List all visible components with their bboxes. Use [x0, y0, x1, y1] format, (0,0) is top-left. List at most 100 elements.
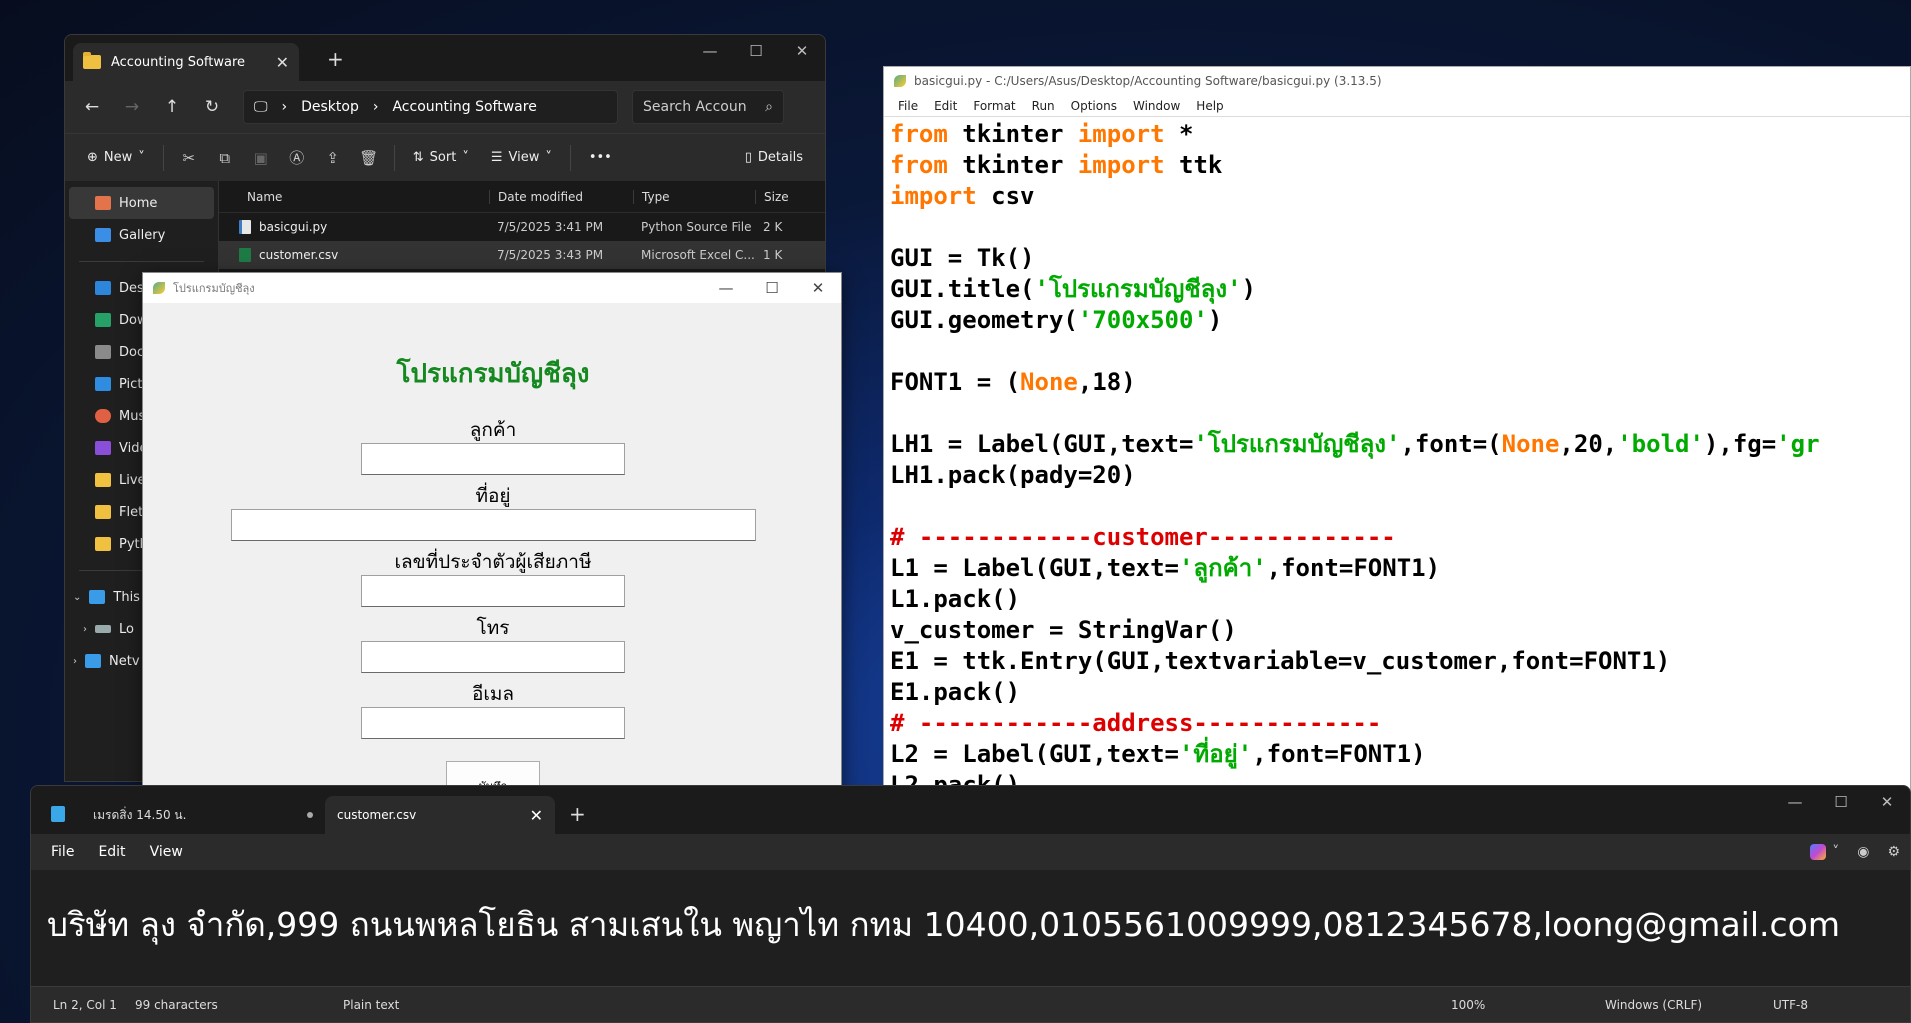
- menu-file[interactable]: File: [890, 99, 926, 113]
- breadcrumb-accounting[interactable]: Accounting Software: [392, 99, 536, 115]
- sort-button[interactable]: ⇅ Sort ˅: [405, 142, 477, 174]
- file-row[interactable]: basicgui.py 7/5/2025 3:41 PM Python Sour…: [219, 213, 825, 241]
- refresh-button[interactable]: ↻: [195, 97, 229, 117]
- menu-edit[interactable]: Edit: [86, 844, 137, 860]
- code-line: GUI = Tk(): [890, 244, 1035, 272]
- notepad-text-area[interactable]: บริษัท ลุง จำกัด,999 ถนนพหลโยธิน สามเสนใ…: [31, 870, 1910, 986]
- file-row[interactable]: customer.csv 7/5/2025 3:43 PM Microsoft …: [219, 241, 825, 269]
- downloads-icon: [95, 313, 111, 327]
- folder-icon: [95, 505, 111, 519]
- back-button[interactable]: ←: [75, 97, 109, 117]
- cut-icon[interactable]: ✂: [174, 149, 204, 167]
- explorer-tab-title: Accounting Software: [111, 54, 246, 70]
- taxid-input[interactable]: [361, 575, 625, 607]
- forward-button[interactable]: →: [115, 97, 149, 117]
- tk-window-title: โปรแกรมบัญชีลุง: [173, 282, 255, 295]
- documents-icon: [95, 345, 111, 359]
- code-line: E1 = ttk.Entry(GUI,textvariable=v_custom…: [890, 647, 1671, 675]
- cursor-position: Ln 2, Col 1: [53, 997, 117, 1012]
- copilot-icon: [1810, 844, 1827, 860]
- code-line: GUI.geometry('700x500'): [890, 306, 1223, 334]
- line-ending[interactable]: Windows (CRLF): [1605, 998, 1702, 1012]
- maximize-button[interactable]: ☐: [749, 273, 795, 303]
- sidebar-item-gallery[interactable]: Gallery: [65, 219, 218, 251]
- copilot-button[interactable]: ˅: [1810, 844, 1839, 860]
- column-size[interactable]: Size: [755, 189, 825, 204]
- copy-icon[interactable]: ⧉: [210, 149, 240, 167]
- chevron-down-icon: ⌄: [73, 591, 82, 603]
- zoom-level[interactable]: 100%: [1451, 998, 1485, 1012]
- code-line: LH1.pack(pady=20): [890, 461, 1136, 489]
- folder-icon: [95, 537, 111, 551]
- rename-icon[interactable]: Ⓐ: [282, 147, 312, 168]
- minimize-button[interactable]: —: [687, 35, 733, 67]
- column-date-modified[interactable]: Date modified: [489, 189, 633, 204]
- new-tab-button[interactable]: +: [569, 802, 586, 826]
- code-editor[interactable]: from tkinter import * from tkinter import…: [884, 117, 1910, 801]
- menu-run[interactable]: Run: [1024, 99, 1063, 113]
- desktop-icon: [95, 281, 111, 295]
- command-bar: ⊕ New ˅ ✂ ⧉ ▣ Ⓐ ⇪ 🗑 ⇅ Sort ˅ ☰ View ˅ ••• ▯ Det…: [65, 133, 825, 181]
- email-input[interactable]: [361, 707, 625, 739]
- phone-label: โทร: [476, 617, 510, 639]
- breadcrumb-desktop[interactable]: Desktop: [301, 99, 359, 115]
- menu-help[interactable]: Help: [1188, 99, 1231, 113]
- close-tab-icon[interactable]: ✕: [276, 53, 289, 72]
- gear-icon[interactable]: ⚙: [1887, 844, 1900, 860]
- menu-view[interactable]: View: [138, 844, 195, 860]
- plus-circle-icon: ⊕: [87, 150, 98, 165]
- close-button[interactable]: ✕: [795, 273, 841, 303]
- breadcrumb[interactable]: 🖵 › Desktop › Accounting Software: [243, 90, 618, 124]
- maximize-button[interactable]: ☐: [733, 35, 779, 67]
- menu-window[interactable]: Window: [1125, 99, 1188, 113]
- details-button[interactable]: ▯ Details: [737, 142, 811, 174]
- close-button[interactable]: ✕: [779, 35, 825, 67]
- notepad-tab-bar: เมรดสิ่ง 14.50 น. customer.csv ✕ + — ☐ ✕: [31, 786, 1910, 834]
- notepad-tab-1[interactable]: เมรดสิ่ง 14.50 น.: [81, 796, 325, 834]
- explorer-tab[interactable]: Accounting Software ✕: [73, 43, 299, 81]
- phone-input[interactable]: [361, 641, 625, 673]
- videos-icon: [95, 441, 111, 455]
- close-tab-icon[interactable]: ✕: [530, 806, 543, 825]
- menu-options[interactable]: Options: [1063, 99, 1125, 113]
- account-icon[interactable]: ◉: [1857, 844, 1869, 860]
- maximize-button[interactable]: ☐: [1818, 786, 1864, 818]
- share-icon[interactable]: ⇪: [318, 149, 348, 167]
- close-button[interactable]: ✕: [1864, 786, 1910, 818]
- menu-format[interactable]: Format: [965, 99, 1023, 113]
- code-line: from tkinter import *: [890, 120, 1194, 148]
- address-input[interactable]: [231, 509, 756, 541]
- chevron-right-icon: ›: [83, 623, 87, 635]
- code-line: from tkinter import ttk: [890, 151, 1223, 179]
- view-button[interactable]: ☰ View ˅: [483, 142, 560, 174]
- paste-icon[interactable]: ▣: [246, 149, 276, 167]
- code-line: L2 = Label(GUI,text='ที่อยู่',font=FONT1…: [890, 740, 1426, 768]
- column-name[interactable]: Name: [219, 190, 489, 204]
- notepad-tab-2[interactable]: customer.csv ✕: [325, 796, 555, 834]
- explorer-tab-bar: Accounting Software ✕ + — ☐ ✕: [65, 35, 825, 81]
- minimize-button[interactable]: —: [1772, 786, 1818, 818]
- new-tab-button[interactable]: +: [327, 47, 344, 71]
- network-icon: [85, 654, 101, 668]
- customer-input[interactable]: [361, 443, 625, 475]
- menu-file[interactable]: File: [39, 844, 86, 860]
- column-type[interactable]: Type: [633, 189, 755, 204]
- tk-app-window: โปรแกรมบัญชีลุง — ☐ ✕ โปรแกรมบัญชีลุง ลู…: [142, 272, 842, 800]
- minimize-button[interactable]: —: [703, 273, 749, 303]
- new-button[interactable]: ⊕ New ˅: [79, 142, 153, 174]
- encoding[interactable]: UTF-8: [1773, 998, 1808, 1012]
- code-line: L1.pack(): [890, 585, 1021, 613]
- more-button[interactable]: •••: [581, 142, 620, 174]
- sidebar-item-home[interactable]: Home: [69, 187, 214, 219]
- drive-icon: [95, 625, 111, 633]
- delete-icon[interactable]: 🗑: [354, 149, 384, 167]
- idle-feather-icon: [894, 75, 906, 87]
- up-button[interactable]: ↑: [155, 97, 189, 117]
- search-placeholder: Search Accoun: [643, 99, 747, 115]
- code-line: L1 = Label(GUI,text='ลูกค้า',font=FONT1): [890, 554, 1441, 582]
- search-box[interactable]: Search Accoun ⌕: [632, 90, 784, 124]
- char-count: 99 characters: [135, 997, 218, 1012]
- gallery-icon: [95, 228, 111, 242]
- tk-form: โปรแกรมบัญชีลุง ลูกค้า ที่อยู่ เลขที่ประ…: [143, 303, 841, 799]
- menu-edit[interactable]: Edit: [926, 99, 965, 113]
